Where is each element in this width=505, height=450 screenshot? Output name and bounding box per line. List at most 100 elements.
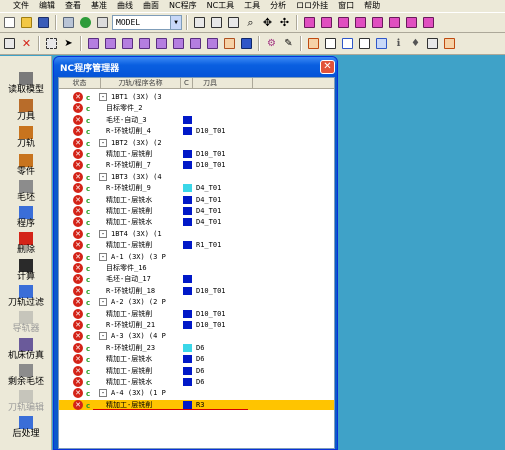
toolpath-row[interactable]: ✕ c R-环铣切削_18 D10_T01 [59, 285, 334, 296]
error-status-icon[interactable]: ✕ [73, 263, 83, 273]
sidebar-item[interactable]: 计算 [0, 259, 52, 282]
menu-item[interactable]: 工具 [239, 1, 265, 11]
curve-icon[interactable] [103, 36, 118, 51]
menu-item[interactable]: ロロ外挂 [291, 1, 333, 11]
error-status-icon[interactable]: ✕ [73, 388, 83, 399]
view-iso-icon[interactable] [302, 15, 317, 30]
column-header-name[interactable]: 刀轨/程序名称 [101, 78, 181, 89]
toolpath-row[interactable]: ✕ c 毛坯-自动_17 [59, 274, 334, 285]
error-status-icon[interactable]: ✕ [73, 183, 83, 194]
toolpath-row[interactable]: ✕ c 精加工-层铣削 D10_T01 [59, 149, 334, 159]
toolpath-select-icon[interactable] [222, 36, 237, 51]
solid-icon[interactable] [188, 36, 203, 51]
sidebar-item[interactable]: 删除 [0, 232, 52, 255]
shade-icon[interactable] [78, 15, 93, 30]
zoom-fit-icon[interactable] [192, 15, 207, 30]
sidebar-item[interactable]: 刀轨 [0, 126, 52, 149]
toolpath-row[interactable]: ✕ c 精加工-层铣削 R3 [59, 399, 334, 410]
toolpath-row[interactable]: ✕ c R-环铣切削_4 D10_T01 [59, 126, 334, 137]
column-header-c[interactable]: C [181, 78, 193, 89]
error-status-icon[interactable]: ✕ [73, 217, 83, 228]
program-row[interactable]: ✕ c -1BT3 (3X) (4 [59, 171, 334, 182]
sidebar-item[interactable]: 读取模型 [0, 72, 52, 95]
menu-item[interactable]: 窗口 [333, 1, 359, 11]
toolpath-row[interactable]: ✕ c 目标零件_16 [59, 263, 334, 273]
menu-item[interactable]: 分析 [265, 1, 291, 11]
error-status-icon[interactable]: ✕ [73, 308, 83, 319]
toolpath-row[interactable]: ✕ c 精加工-层铣削 D6 [59, 365, 334, 376]
column-header-tool[interactable]: 刀具 [193, 78, 253, 89]
program-row[interactable]: ✕ c - A-4 (3X) (1 P [59, 388, 334, 399]
error-status-icon[interactable]: ✕ [73, 354, 83, 365]
menu-item[interactable]: 文件 [8, 1, 34, 11]
collapse-toggle-icon[interactable]: - [99, 229, 107, 238]
zoom-out-icon[interactable] [226, 15, 241, 30]
toolpath-row[interactable]: ✕ c R-环铣切削_7 D10_T01 [59, 160, 334, 171]
toolpath-row[interactable]: ✕ c 精加工-层铣削 R1_T01 [59, 240, 334, 251]
filter-select-icon[interactable] [44, 36, 59, 51]
error-status-icon[interactable]: ✕ [73, 126, 83, 137]
view-left-icon[interactable] [370, 15, 385, 30]
collapse-toggle-icon[interactable]: - [99, 389, 107, 398]
select-icon[interactable] [2, 36, 17, 51]
list-icon[interactable] [323, 36, 338, 51]
error-status-icon[interactable]: ✕ [73, 285, 83, 296]
program-row[interactable]: ✕ c - A-1 (3X) (3 P [59, 251, 334, 262]
toolpath-row[interactable]: ✕ c R-环铣切削_23 D6 [59, 342, 334, 353]
zoom-icon[interactable]: ⌕ [243, 15, 258, 30]
face-icon[interactable] [171, 36, 186, 51]
program-tree[interactable]: 状态 刀轨/程序名称 C 刀具 ✕ c -1BT1 (3X) (3 ✕ c 目标零件_2 ✕… [58, 77, 335, 449]
rotate-icon[interactable]: ✣ [277, 15, 292, 30]
sidebar-item[interactable]: 程序 [0, 206, 52, 229]
view-toggle-icon[interactable] [95, 15, 110, 30]
menu-item[interactable]: NC工具 [202, 1, 240, 11]
collapse-toggle-icon[interactable]: - [99, 332, 107, 341]
error-status-icon[interactable]: ✕ [73, 149, 83, 159]
toolpath-row[interactable]: ✕ c R-环铣切削_9 D4_T01 [59, 183, 334, 194]
view-front-icon[interactable] [319, 15, 334, 30]
sidebar-item[interactable]: 毛坯 [0, 180, 52, 203]
error-status-icon[interactable]: ✕ [73, 365, 83, 376]
window-icon[interactable] [357, 36, 372, 51]
view-top-icon[interactable] [336, 15, 351, 30]
model-select[interactable]: MODEL ▼ [112, 15, 182, 30]
error-status-icon[interactable]: ✕ [73, 274, 83, 285]
error-status-icon[interactable]: ✕ [73, 297, 83, 308]
program-row[interactable]: ✕ c -1BT2 (3X) (2 [59, 137, 334, 148]
open-folder-icon[interactable] [19, 15, 34, 30]
error-status-icon[interactable]: ✕ [73, 194, 83, 205]
view-right-icon[interactable] [353, 15, 368, 30]
dialog-titlebar[interactable]: NC程序管理器 ✕ [54, 57, 337, 77]
menu-item[interactable]: 曲面 [138, 1, 164, 11]
sidebar-item[interactable]: 刀轨编辑 [0, 390, 52, 413]
toolpath-row[interactable]: ✕ c 精加工-层铣水 D6 [59, 377, 334, 387]
error-status-icon[interactable]: ✕ [73, 342, 83, 353]
error-status-icon[interactable]: ✕ [73, 228, 83, 239]
menu-item[interactable]: 帮助 [359, 1, 385, 11]
zoom-in-icon[interactable] [209, 15, 224, 30]
sidebar-item[interactable]: 后处理 [0, 416, 52, 439]
error-status-icon[interactable]: ✕ [73, 137, 83, 148]
menu-item[interactable]: 曲线 [112, 1, 138, 11]
toolpath-row[interactable]: ✕ c 毛坯-自动_3 [59, 114, 334, 125]
error-status-icon[interactable]: ✕ [73, 206, 83, 216]
edge-icon[interactable] [154, 36, 169, 51]
menu-item[interactable]: NC程序 [164, 1, 202, 11]
program-row[interactable]: ✕ c -1BT1 (3X) (3 [59, 92, 334, 102]
toolpath-row[interactable]: ✕ c 精加工-层铣水 D6 [59, 354, 334, 365]
column-header-status[interactable]: 状态 [59, 78, 101, 89]
program-row[interactable]: ✕ c - A-2 (3X) (2 P [59, 297, 334, 308]
error-status-icon[interactable]: ✕ [73, 399, 83, 410]
view-bottom-icon[interactable] [404, 15, 419, 30]
menu-item[interactable]: 编辑 [34, 1, 60, 11]
error-status-icon[interactable]: ✕ [73, 103, 83, 114]
sidebar-item[interactable]: 机床仿真 [0, 338, 52, 361]
view-extra-icon[interactable] [421, 15, 436, 30]
close-button[interactable]: ✕ [320, 60, 335, 74]
error-status-icon[interactable]: ✕ [73, 114, 83, 125]
sidebar-item[interactable]: 刀轨过滤 [0, 285, 52, 308]
sidebar-item[interactable]: 零件 [0, 154, 52, 177]
error-status-icon[interactable]: ✕ [73, 377, 83, 387]
arrow-icon[interactable]: ➤ [61, 36, 76, 51]
pin-icon[interactable]: ♦ [408, 36, 423, 51]
